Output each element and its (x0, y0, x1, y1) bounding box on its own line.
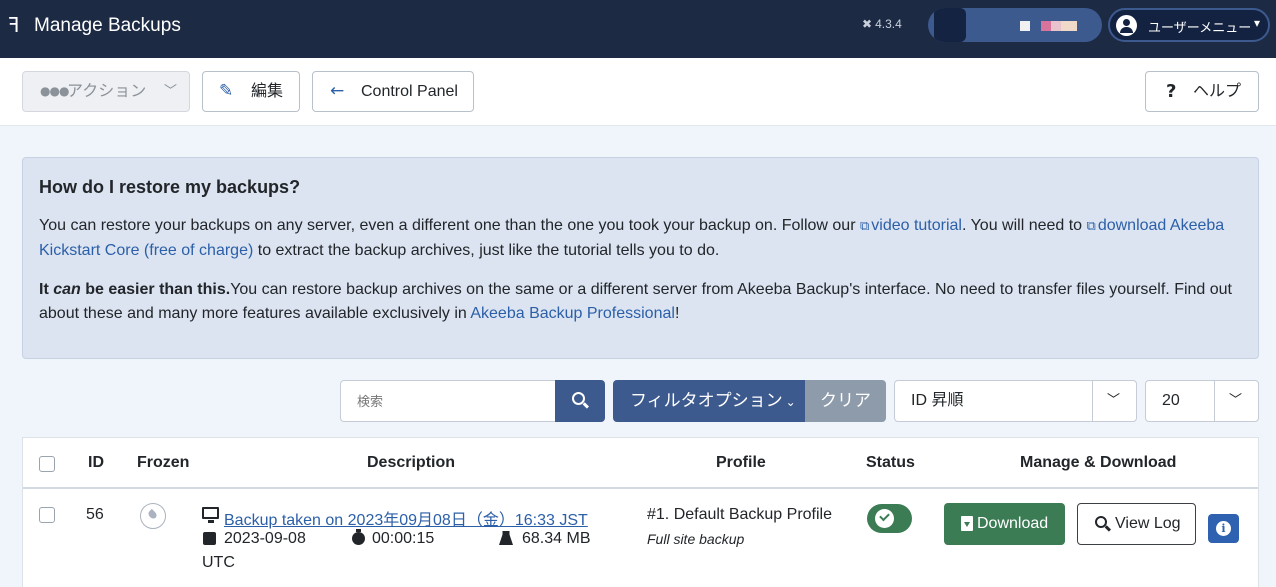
actions-label: アクション (67, 83, 147, 100)
info-bold-lead: It can be easier than this. (39, 281, 230, 298)
select-divider (1092, 381, 1093, 421)
info-icon: i (1216, 521, 1231, 536)
backup-size: 68.34 MB (522, 530, 591, 547)
redacted-block (1041, 21, 1051, 31)
restore-info-box: How do I restore my backups? You can res… (22, 157, 1259, 359)
user-menu-label: ユーザーメニュー (1148, 20, 1252, 35)
sort-select[interactable]: ID 昇順 ﹀ (894, 380, 1137, 422)
external-link-icon: ⧉ (859, 219, 870, 234)
stopwatch-icon (352, 529, 365, 545)
column-header-frozen: Frozen (137, 454, 190, 471)
monitor-icon (202, 507, 219, 523)
chevron-down-icon: ﹀ (164, 84, 178, 99)
info-paragraph-2: It can be easier than this.You can resto… (39, 278, 1239, 326)
select-divider (1214, 381, 1215, 421)
search-icon (572, 392, 585, 405)
actions-dropdown[interactable]: ●●● アクション ﹀ (22, 71, 190, 112)
redacted-block (1051, 21, 1061, 31)
redacted-block (1061, 21, 1077, 31)
chevron-down-icon: ﹀ (1229, 393, 1243, 408)
limit-select[interactable]: 20 ﹀ (1145, 380, 1259, 422)
info-text: You can restore your backups on any serv… (39, 217, 860, 234)
chevron-down-icon: ▾ (1253, 16, 1260, 30)
control-panel-label: Control Panel (361, 83, 458, 100)
toolbar: ●●● アクション ﹀ ✎ 編集 ← Control Panel ? ヘルプ (0, 58, 1276, 126)
info-button[interactable]: i (1208, 514, 1239, 543)
limit-select-value: 20 (1162, 392, 1180, 409)
column-header-profile[interactable]: Profile (716, 454, 766, 472)
chevron-down-icon: ﹀ (1107, 393, 1121, 408)
column-header-id[interactable]: ID (88, 454, 104, 472)
table-header: ID Frozen Description Profile Status Man… (23, 438, 1258, 489)
select-all-checkbox[interactable] (39, 456, 55, 472)
user-menu-button[interactable]: ユーザーメニュー ▾ (1108, 8, 1270, 42)
control-panel-button[interactable]: ← Control Panel (312, 71, 474, 112)
help-button[interactable]: ? ヘルプ (1145, 71, 1259, 112)
backup-type: Full site backup (647, 531, 745, 547)
view-log-label: View Log (1115, 515, 1181, 532)
edit-label: 編集 (251, 83, 284, 100)
search-button[interactable] (555, 380, 605, 422)
backups-table: ID Frozen Description Profile Status Man… (22, 437, 1259, 587)
help-label: ヘルプ (1193, 83, 1242, 100)
user-avatar-icon (1116, 15, 1137, 36)
row-checkbox[interactable] (39, 507, 55, 523)
check-circle-icon (875, 509, 894, 528)
video-tutorial-link[interactable]: ⧉ video tutorial (860, 217, 962, 234)
info-text: ! (674, 305, 680, 322)
info-paragraph-1: You can restore your backups on any serv… (39, 214, 1239, 263)
ellipsis-icon: ●●● (40, 84, 69, 98)
filter-options-label: フィルタオプション (630, 391, 783, 410)
row-id: 56 (86, 506, 104, 523)
clear-button[interactable]: クリア (805, 380, 886, 422)
info-emphasis: can (53, 281, 81, 298)
info-text: to extract the backup archives, just lik… (253, 242, 720, 259)
redacted-block (934, 8, 966, 42)
backup-profile: #1. Default Backup Profile (647, 506, 832, 523)
download-label: Download (977, 515, 1049, 532)
column-header-manage: Manage & Download (1020, 454, 1177, 471)
backup-timezone: UTC (202, 554, 235, 571)
search-icon (1095, 516, 1107, 528)
info-bold-text: It (39, 281, 54, 298)
download-button[interactable]: Download (944, 503, 1065, 545)
search-input[interactable] (340, 380, 556, 422)
page-title: Manage Backups (34, 15, 181, 36)
chevron-down-icon: ⌄ (785, 395, 796, 409)
edit-button[interactable]: ✎ 編集 (202, 71, 300, 112)
status-badge (867, 504, 912, 533)
app-header: ꟻ Manage Backups ✖ 4.3.4 ユーザーメニュー ▾ (0, 0, 1276, 58)
backup-description-link[interactable]: Backup taken on 2023年09月08日（金）16:33 JST (224, 506, 588, 530)
version-label: ✖ 4.3.4 (862, 17, 902, 31)
info-bold-text: be easier than this. (80, 281, 231, 298)
site-link-pill[interactable] (928, 8, 1102, 42)
info-heading: How do I restore my backups? (39, 177, 301, 197)
joomla-logo-icon[interactable]: ꟻ (8, 13, 24, 39)
view-log-button[interactable]: View Log (1077, 503, 1196, 545)
column-header-status[interactable]: Status (866, 454, 915, 472)
joomla-icon: ✖ (862, 17, 873, 31)
question-icon: ? (1166, 81, 1177, 102)
weight-icon (499, 531, 513, 545)
version-number: 4.3.4 (875, 17, 902, 31)
column-header-description[interactable]: Description (367, 454, 455, 472)
video-tutorial-link-label: video tutorial (871, 217, 962, 234)
edit-icon: ✎ (219, 81, 234, 101)
frozen-toggle-icon[interactable] (140, 503, 166, 529)
redacted-block (1020, 21, 1030, 31)
sort-select-value: ID 昇順 (911, 392, 964, 409)
backup-date: 2023-09-08 (224, 530, 306, 547)
akeeba-pro-link[interactable]: Akeeba Backup Professional (470, 305, 675, 322)
arrow-left-icon: ← (330, 81, 345, 101)
file-download-icon (961, 516, 973, 531)
filter-options-button[interactable]: フィルタオプション ⌄ (613, 380, 806, 422)
calendar-icon (203, 532, 216, 545)
backup-duration: 00:00:15 (372, 530, 435, 547)
info-text: . You will need to (961, 217, 1087, 234)
external-link-icon: ⧉ (1086, 219, 1096, 234)
